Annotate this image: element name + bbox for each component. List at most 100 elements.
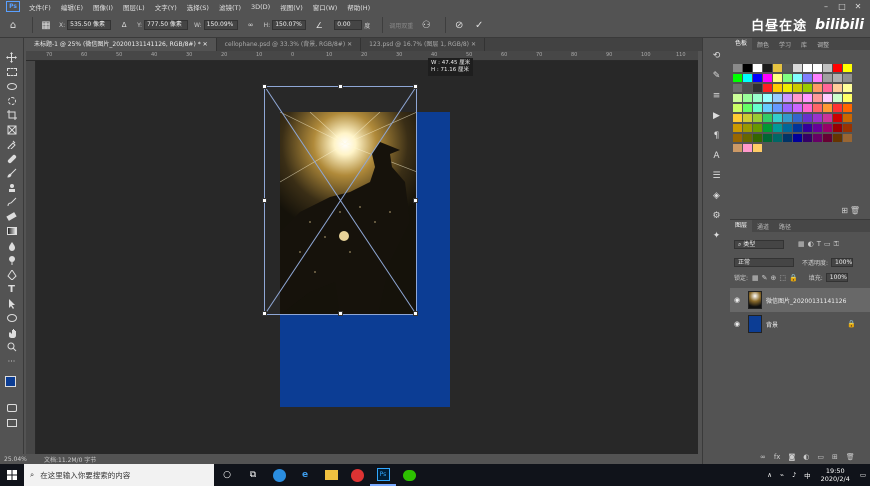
quick-mask-icon[interactable] <box>4 401 20 416</box>
color-swatch[interactable] <box>743 134 752 142</box>
color-swatch[interactable] <box>833 134 842 142</box>
color-swatch[interactable] <box>793 64 802 72</box>
color-swatch[interactable] <box>793 74 802 82</box>
color-swatch[interactable] <box>743 114 752 122</box>
color-swatch[interactable] <box>813 84 822 92</box>
menu-filter[interactable]: 滤镜(T) <box>214 2 246 12</box>
tab-adjustments[interactable]: 调整 <box>812 40 834 49</box>
color-swatch[interactable] <box>733 114 742 122</box>
file-explorer-icon[interactable] <box>318 464 344 486</box>
color-swatch[interactable] <box>773 104 782 112</box>
color-swatch[interactable] <box>803 104 812 112</box>
menu-layer[interactable]: 图层(L) <box>118 2 150 12</box>
puppet-warp-icon[interactable]: ⚇ <box>419 18 433 32</box>
color-swatch[interactable] <box>813 74 822 82</box>
color-swatch[interactable] <box>833 124 842 132</box>
color-swatch[interactable] <box>733 94 742 102</box>
color-swatch[interactable] <box>843 74 852 82</box>
opacity-field[interactable]: 100% <box>831 258 854 267</box>
properties-icon[interactable]: ☰ <box>710 169 724 183</box>
color-swatch[interactable] <box>793 134 802 142</box>
pen-tool-icon[interactable] <box>4 268 20 283</box>
reference-point-icon[interactable]: ▦ <box>39 18 53 32</box>
color-swatch[interactable] <box>803 134 812 142</box>
transform-handle-bottom-left[interactable] <box>262 311 267 316</box>
new-layer-icon[interactable]: ⊞ <box>832 453 838 461</box>
windows-start-icon[interactable] <box>0 464 24 486</box>
menu-help[interactable]: 帮助(H) <box>342 2 375 12</box>
maximize-icon[interactable]: □ <box>834 0 850 13</box>
color-swatch[interactable] <box>793 114 802 122</box>
menu-type[interactable]: 文字(Y) <box>150 2 182 12</box>
blur-tool-icon[interactable] <box>4 239 20 254</box>
cortana-icon[interactable]: ○ <box>214 464 240 486</box>
color-swatch[interactable] <box>773 74 782 82</box>
transform-handle-bottom[interactable] <box>338 311 343 316</box>
link-icon[interactable]: ∞ <box>244 18 258 32</box>
color-swatch[interactable] <box>753 64 762 72</box>
wechat-icon[interactable] <box>396 464 422 486</box>
color-swatch[interactable] <box>803 124 812 132</box>
color-swatch[interactable] <box>813 94 822 102</box>
quick-select-tool-icon[interactable] <box>4 94 20 109</box>
color-swatch[interactable] <box>823 94 832 102</box>
photoshop-taskbar-icon[interactable]: Ps <box>370 464 396 486</box>
minimize-icon[interactable]: – <box>818 0 834 13</box>
eyedropper-tool-icon[interactable] <box>4 137 20 152</box>
color-swatch[interactable] <box>783 74 792 82</box>
color-swatch[interactable] <box>843 134 852 142</box>
transform-handle-right[interactable] <box>413 198 418 203</box>
eraser-tool-icon[interactable] <box>4 210 20 225</box>
paragraph-icon[interactable]: ¶ <box>710 129 724 143</box>
color-swatch[interactable] <box>763 114 772 122</box>
tab-untitled[interactable]: 未标题-1 @ 25% (微信图片_20200131141126, RGB/8#… <box>26 38 217 51</box>
color-swatch[interactable] <box>743 104 752 112</box>
eye-icon[interactable]: ◉ <box>730 320 744 328</box>
edge-icon[interactable]: e <box>292 464 318 486</box>
color-swatch[interactable] <box>733 74 742 82</box>
tab-paths[interactable]: 路径 <box>774 222 796 231</box>
color-swatch[interactable] <box>763 74 772 82</box>
zoom-tool-icon[interactable] <box>4 340 20 355</box>
color-swatch[interactable] <box>813 64 822 72</box>
marquee-tool-icon[interactable] <box>4 65 20 80</box>
color-swatch[interactable] <box>843 94 852 102</box>
adjustment-layer-icon[interactable]: ◐ <box>803 453 809 461</box>
screen-mode-icon[interactable] <box>4 416 20 431</box>
hand-tool-icon[interactable] <box>4 326 20 341</box>
color-swatch[interactable] <box>753 94 762 102</box>
app-icon[interactable] <box>266 464 292 486</box>
color-swatch[interactable] <box>813 124 822 132</box>
layer-filter-select[interactable]: ⌕ 类型 <box>734 240 784 249</box>
transform-handle-top-left[interactable] <box>262 84 267 89</box>
close-tab-icon[interactable]: ✕ <box>203 41 208 48</box>
color-swatch[interactable] <box>793 124 802 132</box>
color-swatch[interactable] <box>743 124 752 132</box>
document-size[interactable]: 文档:11.2M/0 字节 <box>44 455 96 464</box>
foreground-color-swatch[interactable] <box>4 376 16 387</box>
blend-mode-select[interactable]: 正常 <box>734 258 794 267</box>
color-swatch[interactable] <box>743 64 752 72</box>
delete-swatch-icon[interactable]: 🗑 <box>850 206 860 215</box>
tab-color[interactable]: 颜色 <box>752 40 774 49</box>
volume-icon[interactable]: ♪ <box>792 471 796 479</box>
color-swatch[interactable] <box>733 124 742 132</box>
x-position-field[interactable]: 535.50 像素 <box>67 20 112 30</box>
width-scale-field[interactable]: 150.09% <box>203 20 238 30</box>
color-swatch[interactable] <box>803 94 812 102</box>
color-swatch[interactable] <box>763 134 772 142</box>
color-swatch[interactable] <box>743 144 752 152</box>
color-swatch[interactable] <box>833 94 842 102</box>
color-swatch[interactable] <box>843 104 852 112</box>
color-swatch[interactable] <box>783 114 792 122</box>
color-swatch[interactable] <box>753 74 762 82</box>
glyphs-icon[interactable]: A <box>710 149 724 163</box>
close-tab-icon[interactable]: ✕ <box>347 41 352 48</box>
brush-settings-icon[interactable]: ✎ <box>710 69 724 83</box>
clone-stamp-tool-icon[interactable] <box>4 181 20 196</box>
color-swatch[interactable] <box>773 134 782 142</box>
notification-icon[interactable]: ▭ <box>860 471 866 479</box>
color-swatch[interactable] <box>783 94 792 102</box>
transform-handle-bottom-right[interactable] <box>413 311 418 316</box>
color-swatch[interactable] <box>813 114 822 122</box>
